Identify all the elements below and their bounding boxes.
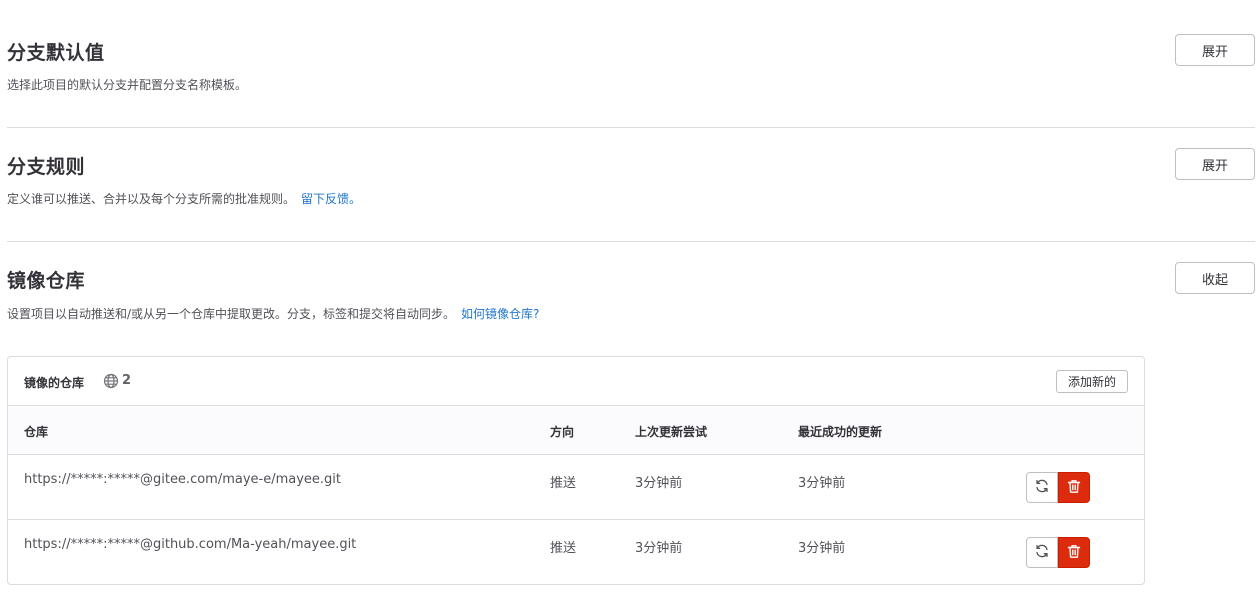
last-success: 3分钟前	[798, 476, 846, 491]
trash-icon	[1067, 479, 1081, 497]
section-description-text: 设置项目以自动推送和/或从另一个仓库中提取更改。分支，标签和提交将自动同步。	[7, 307, 456, 321]
last-attempt: 3分钟前	[635, 541, 683, 556]
row-actions	[1026, 537, 1090, 568]
delete-mirror-button[interactable]	[1058, 537, 1090, 568]
section-title: 分支默认值	[7, 42, 105, 64]
section-title: 分支规则	[7, 156, 86, 178]
column-header-repository: 仓库	[24, 425, 49, 439]
globe-icon	[103, 373, 119, 389]
row-actions	[1026, 472, 1090, 503]
branch-defaults-section: 分支默认值 选择此项目的默认分支并配置分支名称模板。 展开	[7, 0, 1255, 127]
delete-mirror-button[interactable]	[1058, 472, 1090, 503]
trash-icon	[1067, 544, 1081, 562]
section-description-text: 选择此项目的默认分支并配置分支名称模板。	[7, 78, 248, 92]
branch-rules-section: 分支规则 定义谁可以推送、合并以及每个分支所需的批准规则。 留下反馈。 展开	[7, 128, 1255, 241]
card-title: 镜像的仓库	[24, 376, 85, 390]
direction: 推送	[550, 541, 577, 556]
repository-url: https://*****:*****@github.com/Ma-yeah/m…	[24, 537, 357, 552]
mirrored-repositories-card: 镜像的仓库 2 添加新的 仓库 方向 上次更新尝试 最近成功的更新 https:…	[7, 356, 1145, 585]
section-description: 设置项目以自动推送和/或从另一个仓库中提取更改。分支，标签和提交将自动同步。 如何…	[7, 305, 539, 322]
collapse-button[interactable]: 收起	[1175, 262, 1255, 294]
section-description-text: 定义谁可以推送、合并以及每个分支所需的批准规则。	[7, 192, 296, 206]
mirror-count: 2	[122, 373, 132, 388]
table-header: 仓库 方向 上次更新尝试 最近成功的更新	[8, 406, 1144, 455]
column-header-last-attempt: 上次更新尝试	[635, 425, 708, 439]
section-title: 镜像仓库	[7, 270, 86, 292]
sync-icon	[1034, 478, 1050, 497]
add-new-button[interactable]: 添加新的	[1056, 370, 1128, 393]
mirror-repositories-section: 镜像仓库 设置项目以自动推送和/或从另一个仓库中提取更改。分支，标签和提交将自动…	[7, 242, 1255, 352]
section-description: 定义谁可以推送、合并以及每个分支所需的批准规则。 留下反馈。	[7, 190, 361, 207]
section-description: 选择此项目的默认分支并配置分支名称模板。	[7, 76, 247, 93]
expand-button[interactable]: 展开	[1175, 148, 1255, 180]
last-attempt: 3分钟前	[635, 476, 683, 491]
how-to-mirror-link[interactable]: 如何镜像仓库?	[461, 307, 539, 321]
expand-button[interactable]: 展开	[1175, 34, 1255, 66]
table-row: https://*****:*****@github.com/Ma-yeah/m…	[8, 520, 1144, 584]
column-header-last-success: 最近成功的更新	[798, 425, 883, 439]
card-header: 镜像的仓库 2 添加新的	[8, 357, 1144, 406]
sync-icon	[1034, 543, 1050, 562]
last-success: 3分钟前	[798, 541, 846, 556]
update-now-button[interactable]	[1026, 537, 1058, 568]
table-row: https://*****:*****@gitee.com/maye-e/may…	[8, 455, 1144, 520]
feedback-link[interactable]: 留下反馈。	[301, 192, 361, 206]
direction: 推送	[550, 476, 577, 491]
update-now-button[interactable]	[1026, 472, 1058, 503]
repository-url: https://*****:*****@gitee.com/maye-e/may…	[24, 472, 342, 487]
column-header-direction: 方向	[550, 425, 575, 439]
